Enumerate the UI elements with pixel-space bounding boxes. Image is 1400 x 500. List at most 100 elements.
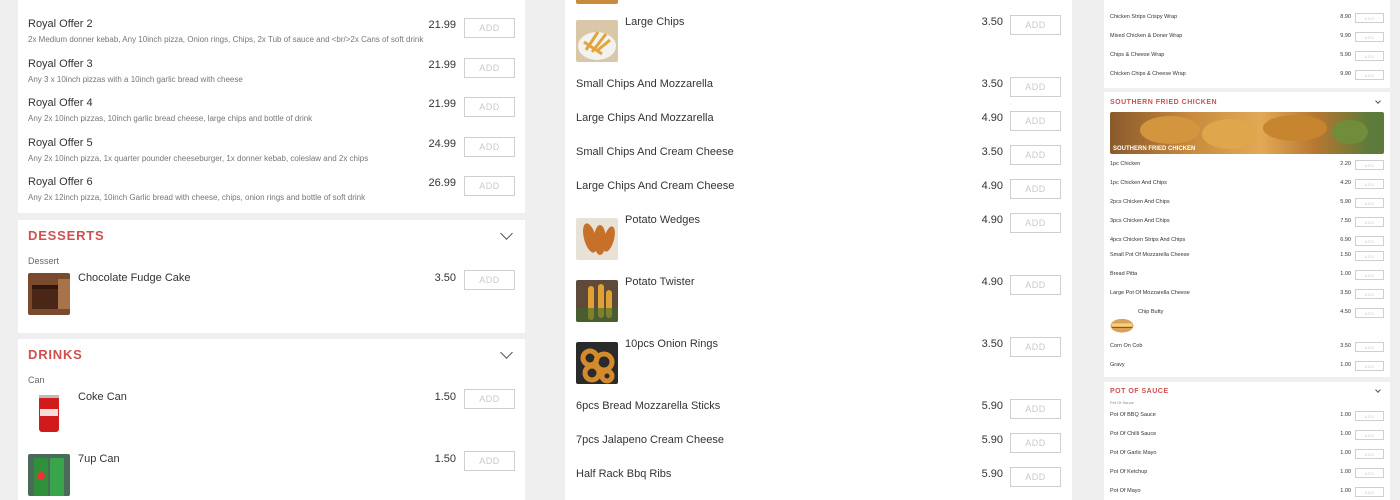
add-button[interactable]: ADD	[1355, 32, 1384, 42]
list-item: Small Chips And Mozzarella 3.50 ADD	[576, 77, 1061, 107]
list-item: Gravy 1.00 ADD	[1110, 361, 1384, 380]
add-button[interactable]: ADD	[1355, 236, 1384, 246]
add-button[interactable]: ADD	[1355, 411, 1384, 421]
cake-image	[28, 273, 70, 315]
add-button[interactable]: ADD	[1010, 467, 1061, 487]
add-button[interactable]: ADD	[464, 389, 515, 409]
item-price: 1.00	[1340, 431, 1351, 437]
list-item: 10pcs Onion Rings 3.50 ADD	[576, 337, 1061, 395]
item-price: 2.20	[1340, 161, 1351, 167]
add-button[interactable]: ADD	[1355, 13, 1384, 23]
add-button[interactable]: ADD	[1355, 449, 1384, 459]
add-button[interactable]: ADD	[1355, 179, 1384, 189]
chevron-down-icon[interactable]	[1375, 98, 1381, 104]
add-button[interactable]: ADD	[464, 136, 515, 157]
add-button[interactable]: ADD	[1010, 399, 1061, 419]
add-button[interactable]: ADD	[464, 18, 515, 38]
item-name: 7pcs Jalapeno Cream Cheese	[576, 434, 724, 446]
add-button[interactable]: ADD	[1355, 487, 1384, 497]
add-button[interactable]: ADD	[1355, 51, 1384, 61]
add-button[interactable]: ADD	[1010, 145, 1061, 165]
add-button[interactable]: ADD	[1355, 70, 1384, 80]
add-button[interactable]: ADD	[1355, 217, 1384, 227]
list-item: Coke Can 1.50 ADD	[28, 389, 515, 451]
add-button[interactable]: ADD	[464, 57, 515, 78]
list-item: Chicken Strips Crispy Wrap 8.90 ADD	[1110, 13, 1384, 32]
add-button[interactable]: ADD	[1355, 198, 1384, 208]
chips-image	[576, 20, 618, 62]
item-price: 3.50	[981, 16, 1003, 28]
add-button[interactable]: ADD	[1010, 433, 1061, 453]
item-name: Small Chips And Mozzarella	[576, 78, 713, 90]
item-price: 9.90	[1340, 33, 1351, 39]
item-name: Chip Butty	[1138, 309, 1164, 315]
list-item: 7up Can 1.50 ADD	[28, 451, 515, 500]
item-name: Mixed Chicken & Doner Wrap	[1110, 33, 1183, 39]
item-price: 1.50	[434, 391, 456, 403]
item-name: Pot Of Garlic Mayo	[1110, 450, 1157, 456]
item-price: 3.50	[1340, 290, 1351, 296]
item-price: 7.50	[1340, 218, 1351, 224]
list-item: Royal Offer 2 2x Medium donner kebab, Any…	[28, 18, 515, 54]
item-price: 5.90	[981, 434, 1003, 446]
add-button[interactable]: ADD	[1355, 289, 1384, 299]
sfc-banner: SOUTHERN FRIED CHICKEN	[1110, 112, 1384, 154]
item-name: Potato Twister	[625, 276, 695, 288]
list-item: Small Chips And Cream Cheese 3.50 ADD	[576, 145, 1061, 175]
list-item: Pot Of Garlic Mayo 1.00 ADD	[1110, 449, 1384, 468]
add-button[interactable]: ADD	[1355, 361, 1384, 371]
item-price: 1.00	[1340, 488, 1351, 494]
add-button[interactable]: ADD	[464, 97, 515, 117]
banner-label: SOUTHERN FRIED CHICKEN	[1113, 146, 1196, 152]
add-button[interactable]: ADD	[464, 451, 515, 471]
subcategory-label: Can	[28, 375, 45, 385]
item-price: 4.20	[1340, 180, 1351, 186]
section-title: DESSERTS	[28, 227, 105, 243]
add-button[interactable]: ADD	[1355, 308, 1384, 318]
add-button[interactable]: ADD	[1010, 15, 1061, 35]
item-price: 4.90	[981, 276, 1003, 288]
item-price: 3.50	[981, 78, 1003, 90]
chevron-down-icon[interactable]	[1375, 387, 1381, 393]
add-button[interactable]: ADD	[1355, 270, 1384, 280]
item-price: 1.00	[1340, 271, 1351, 277]
item-price: 21.99	[428, 98, 456, 110]
sfc-header[interactable]: SOUTHERN FRIED CHICKEN	[1110, 92, 1384, 112]
item-price: 3.50	[1340, 343, 1351, 349]
subcategory-label: Dessert	[28, 256, 60, 266]
item-price: 1.00	[1340, 450, 1351, 456]
add-button[interactable]: ADD	[1355, 251, 1384, 261]
item-name: Small Pot Of Mozzarella Cheese	[1110, 252, 1190, 258]
item-price: 6.90	[1340, 237, 1351, 243]
add-button[interactable]: ADD	[1010, 213, 1061, 233]
add-button[interactable]: ADD	[1010, 337, 1061, 357]
add-button[interactable]: ADD	[1010, 77, 1061, 97]
chevron-down-icon[interactable]	[500, 345, 513, 359]
list-item: Chicken Chips & Cheese Wrap 9.90 ADD	[1110, 70, 1384, 89]
item-price: 5.90	[1340, 52, 1351, 58]
add-button[interactable]: ADD	[464, 270, 515, 290]
add-button[interactable]: ADD	[1010, 179, 1061, 199]
drinks-header[interactable]: DRINKS	[28, 339, 515, 369]
item-price: 21.99	[428, 58, 456, 71]
sfc-section: SOUTHERN FRIED CHICKEN SOUTHERN FRIED CH…	[1104, 92, 1390, 247]
rings-image	[576, 342, 618, 384]
chevron-down-icon[interactable]	[500, 226, 513, 240]
sides-card: Small Pot Of Mozzarella Cheese 1.50 ADD Bre…	[1104, 247, 1390, 377]
add-button[interactable]: ADD	[1355, 160, 1384, 170]
add-button[interactable]: ADD	[1355, 468, 1384, 478]
desserts-header[interactable]: DESSERTS	[28, 220, 515, 250]
add-button[interactable]: ADD	[1355, 430, 1384, 440]
item-price: 3.50	[981, 146, 1003, 158]
item-price: 26.99	[428, 177, 456, 189]
add-button[interactable]: ADD	[1355, 342, 1384, 352]
item-name: Large Chips And Mozzarella	[576, 112, 714, 124]
add-button[interactable]: ADD	[1010, 275, 1061, 295]
item-price: 1.50	[1340, 252, 1351, 258]
add-button[interactable]: ADD	[1010, 111, 1061, 131]
sauce-header[interactable]: POT OF SAUCE	[1110, 382, 1384, 400]
add-button[interactable]: ADD	[464, 176, 515, 196]
item-price: 5.90	[981, 400, 1003, 412]
subcategory-label: Pot Of Sauce	[1110, 400, 1134, 405]
wedges-image	[576, 218, 618, 260]
